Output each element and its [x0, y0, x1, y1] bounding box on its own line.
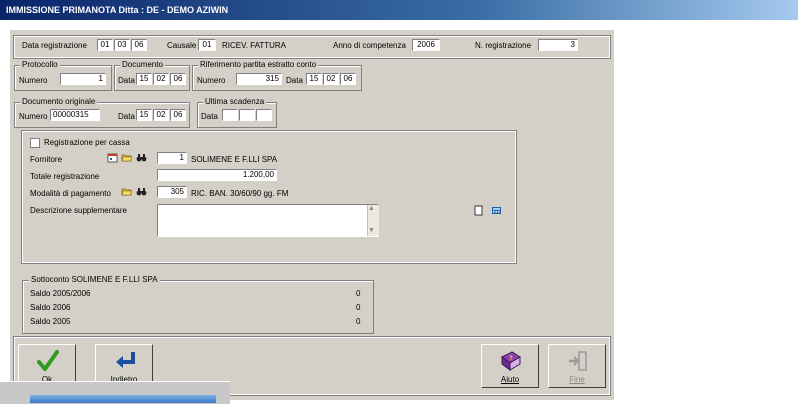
documento-originale-data-day[interactable]: 15 [136, 109, 152, 121]
fine-label: Fine [569, 375, 585, 384]
checkmark-icon [37, 350, 59, 371]
riferimento-data-label: Data [286, 76, 303, 85]
ultima-scadenza-data-day[interactable] [222, 109, 238, 121]
modalita-pagamento-label: Modalità di pagamento [30, 189, 111, 198]
sottoconto-title: Sottoconto SOLIMENE E F.LLI SPA [29, 275, 160, 284]
anno-competenza-label: Anno di competenza [333, 41, 406, 50]
ultima-scadenza-data-year[interactable] [256, 109, 272, 121]
saldo-label: Saldo 2005 [30, 317, 71, 326]
documento-originale-data-label: Data [118, 112, 135, 121]
protocollo-numero-label: Numero [19, 76, 48, 85]
documento-data-day[interactable]: 15 [136, 73, 152, 85]
descrizione-supplementare-label: Descrizione supplementare [30, 206, 127, 215]
scroll-down-icon[interactable]: ▼ [368, 227, 375, 234]
open-folder-icon[interactable] [121, 152, 132, 163]
documento-originale-numero-label: Numero [19, 112, 48, 121]
data-registrazione-month[interactable]: 03 [114, 39, 130, 51]
protocollo-numero-field[interactable]: 1 [60, 73, 106, 85]
totale-registrazione-field[interactable]: 1.200,00 [157, 169, 277, 181]
document-icon[interactable] [473, 205, 484, 216]
open-folder-icon[interactable] [121, 186, 132, 197]
fornitore-label: Fornitore [30, 155, 63, 164]
causale-code-field[interactable]: 01 [198, 39, 216, 51]
modalita-pagamento-code-field[interactable]: 305 [157, 186, 187, 198]
aiuto-button[interactable]: ? Aiuto [481, 344, 539, 388]
documento-data-month[interactable]: 02 [153, 73, 169, 85]
saldo-label: Saldo 2005/2006 [30, 289, 91, 298]
causale-description: RICEV. FATTURA [222, 41, 287, 50]
anno-competenza-field[interactable]: 2006 [412, 39, 440, 51]
saldo-value: 0 [356, 317, 361, 326]
modalita-pagamento-description: RIC. BAN. 30/60/90 gg. FM [191, 189, 289, 198]
riferimento-data-month[interactable]: 02 [323, 73, 339, 85]
binoculars-icon[interactable] [136, 152, 147, 163]
descrizione-supplementare-textarea[interactable] [157, 204, 379, 237]
ultima-scadenza-data-month[interactable] [239, 109, 255, 121]
window-title: IMMISSIONE PRIMANOTA Ditta : DE - DEMO A… [0, 0, 798, 20]
fornitore-name: SOLIMENE E F.LLI SPA [191, 155, 278, 164]
binoculars-icon[interactable] [136, 186, 147, 197]
totale-registrazione-label: Totale registrazione [30, 172, 100, 181]
help-book-icon: ? [501, 351, 521, 371]
dialog-body: Data registrazione 01 03 06 Causale 01 R… [10, 30, 614, 400]
registrazione-per-cassa-checkbox[interactable] [30, 138, 40, 148]
ultima-scadenza-data-label: Data [201, 112, 218, 121]
documento-originale-title: Documento originale [20, 97, 98, 106]
taskbar-item[interactable] [30, 395, 216, 403]
svg-text:?: ? [509, 356, 513, 362]
exit-door-icon [569, 351, 587, 371]
documento-data-label: Data [118, 76, 135, 85]
data-registrazione-day[interactable]: 01 [97, 39, 113, 51]
fornitore-code-field[interactable]: 1 [157, 152, 187, 164]
documento-data-year[interactable]: 06 [170, 73, 186, 85]
riferimento-title: Riferimento partita estratto conto [198, 60, 319, 69]
documento-originale-numero-field[interactable]: 00000315 [50, 109, 100, 121]
riferimento-numero-label: Numero [197, 76, 226, 85]
fine-button[interactable]: Fine [548, 344, 606, 388]
n-registrazione-label: N. registrazione [475, 41, 532, 50]
back-arrow-icon [116, 352, 135, 368]
documento-title: Documento [120, 60, 165, 69]
causale-label: Causale [167, 41, 197, 50]
scroll-up-icon[interactable]: ▲ [368, 205, 375, 212]
saldo-value: 0 [356, 303, 361, 312]
data-registrazione-year[interactable]: 06 [131, 39, 147, 51]
saldo-label: Saldo 2006 [30, 303, 71, 312]
ultima-scadenza-title: Ultima scadenza [203, 97, 267, 106]
protocollo-title: Protocollo [20, 60, 60, 69]
documento-originale-data-year[interactable]: 06 [170, 109, 186, 121]
registrazione-per-cassa-label: Registrazione per cassa [44, 138, 130, 147]
calculator-icon[interactable] [491, 205, 502, 216]
n-registrazione-field[interactable]: 3 [538, 39, 578, 51]
aiuto-label: Aiuto [500, 375, 520, 384]
data-registrazione-label: Data registrazione [22, 41, 87, 50]
riferimento-numero-field[interactable]: 315 [236, 73, 282, 85]
saldo-value: 0 [356, 289, 361, 298]
riferimento-data-day[interactable]: 15 [306, 73, 322, 85]
documento-originale-data-month[interactable]: 02 [153, 109, 169, 121]
calendar-icon[interactable] [107, 152, 118, 163]
riferimento-data-year[interactable]: 06 [340, 73, 356, 85]
